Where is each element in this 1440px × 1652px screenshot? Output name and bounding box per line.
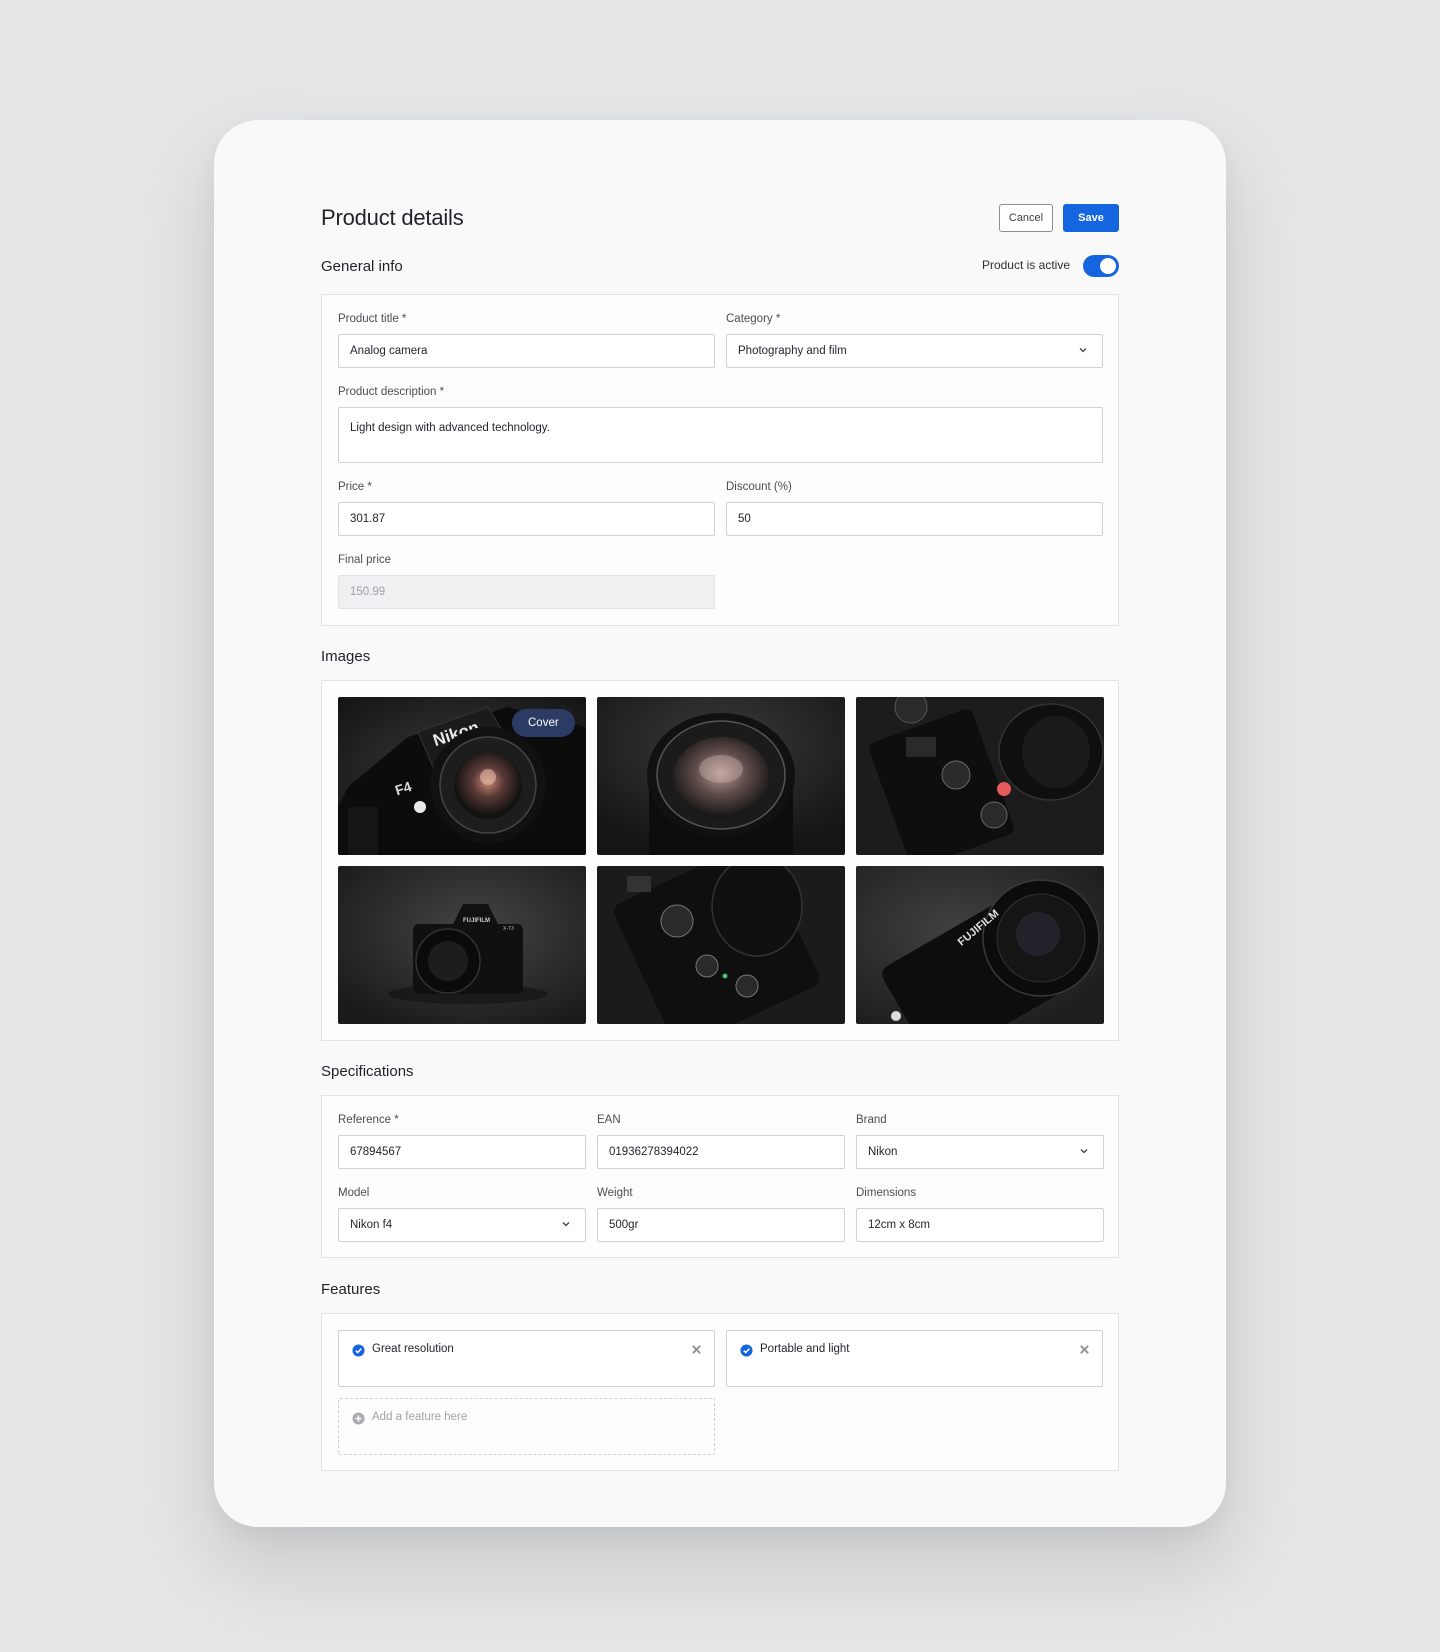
feature-label: Portable and light [760, 1343, 850, 1355]
reference-input[interactable]: 67894567 [338, 1135, 586, 1169]
device-frame: Product details Cancel Save General info… [214, 120, 1226, 1527]
images-title: Images [321, 648, 371, 665]
toggle-knob [1100, 258, 1116, 274]
reference-label: Reference * [338, 1114, 399, 1126]
final-price-label: Final price [338, 554, 392, 566]
product-image-5[interactable] [597, 866, 845, 1024]
check-circle-icon [352, 1344, 365, 1357]
chevron-down-icon [562, 1222, 570, 1227]
cover-badge: Cover [512, 709, 575, 737]
brand-select-value: Nikon [868, 1146, 898, 1158]
specifications-title: Specifications [321, 1063, 414, 1080]
check-circle-icon [740, 1344, 753, 1357]
add-feature-field[interactable]: Add a feature here [338, 1398, 715, 1455]
product-active-toggle[interactable] [1083, 255, 1119, 277]
close-icon[interactable] [691, 1344, 702, 1355]
product-image-4[interactable]: FUJIFILM X-T3 [338, 866, 586, 1024]
product-description-label: Product description * [338, 386, 445, 398]
feature-label: Great resolution [372, 1343, 454, 1355]
price-label: Price * [338, 481, 372, 493]
price-input[interactable]: 301.87 [338, 502, 715, 536]
features-title: Features [321, 1281, 381, 1298]
discount-label: Discount (%) [726, 481, 792, 493]
discount-input[interactable]: 50 [726, 502, 1103, 536]
product-title-label: Product title * [338, 313, 407, 325]
cancel-button[interactable]: Cancel [999, 204, 1053, 232]
final-price-input: 150.99 [338, 575, 715, 609]
ean-input[interactable]: 01936278394022 [597, 1135, 845, 1169]
model-select[interactable]: Nikon f4 [338, 1208, 586, 1242]
specifications-card: Reference * 67894567 EAN 01936278394022 … [321, 1095, 1119, 1258]
category-select[interactable]: Photography and film [726, 334, 1103, 368]
lens-photo [597, 697, 845, 855]
general-info-card: Product title * Analog camera Category *… [321, 294, 1119, 626]
features-card: Great resolution Portable and light Add … [321, 1313, 1119, 1471]
product-image-2[interactable] [597, 697, 845, 855]
category-select-value: Photography and film [738, 345, 847, 357]
product-image-1[interactable]: Nikon F4 Cover [338, 697, 586, 855]
images-card: Nikon F4 Cover FUJIFILM X-T3 FUJIFILM [321, 680, 1119, 1041]
camera-photo [856, 697, 1104, 855]
product-image-3[interactable] [856, 697, 1104, 855]
close-icon[interactable] [1079, 1344, 1090, 1355]
chevron-down-icon [1080, 1149, 1088, 1154]
plus-circle-icon [352, 1412, 365, 1425]
dimensions-label: Dimensions [856, 1187, 917, 1199]
weight-input[interactable]: 500gr [597, 1208, 845, 1242]
model-select-value: Nikon f4 [350, 1219, 393, 1231]
chevron-down-icon [1079, 348, 1087, 353]
feature-item[interactable]: Great resolution [338, 1330, 715, 1387]
dimensions-input[interactable]: 12cm x 8cm [856, 1208, 1104, 1242]
page-title: Product details [321, 205, 464, 230]
camera-photo [597, 866, 845, 1024]
weight-label: Weight [597, 1187, 633, 1199]
product-active-label: Product is active [981, 258, 1070, 272]
category-label: Category * [726, 313, 781, 325]
brand-label: Brand [856, 1114, 887, 1126]
ean-label: EAN [597, 1114, 621, 1126]
svg-text:FUJIFILM: FUJIFILM [463, 918, 490, 924]
feature-item[interactable]: Portable and light [726, 1330, 1103, 1387]
svg-text:X-T3: X-T3 [503, 926, 514, 932]
camera-photo: FUJIFILM X-T3 [338, 866, 586, 1024]
product-image-6[interactable]: FUJIFILM [856, 866, 1104, 1024]
model-label: Model [338, 1187, 370, 1199]
brand-select[interactable]: Nikon [856, 1135, 1104, 1169]
product-title-input[interactable]: Analog camera [338, 334, 715, 368]
save-button[interactable]: Save [1063, 204, 1119, 232]
add-feature-placeholder: Add a feature here [372, 1411, 468, 1423]
camera-photo: FUJIFILM [856, 866, 1104, 1024]
product-description-textarea[interactable]: Light design with advanced technology. [338, 407, 1103, 463]
